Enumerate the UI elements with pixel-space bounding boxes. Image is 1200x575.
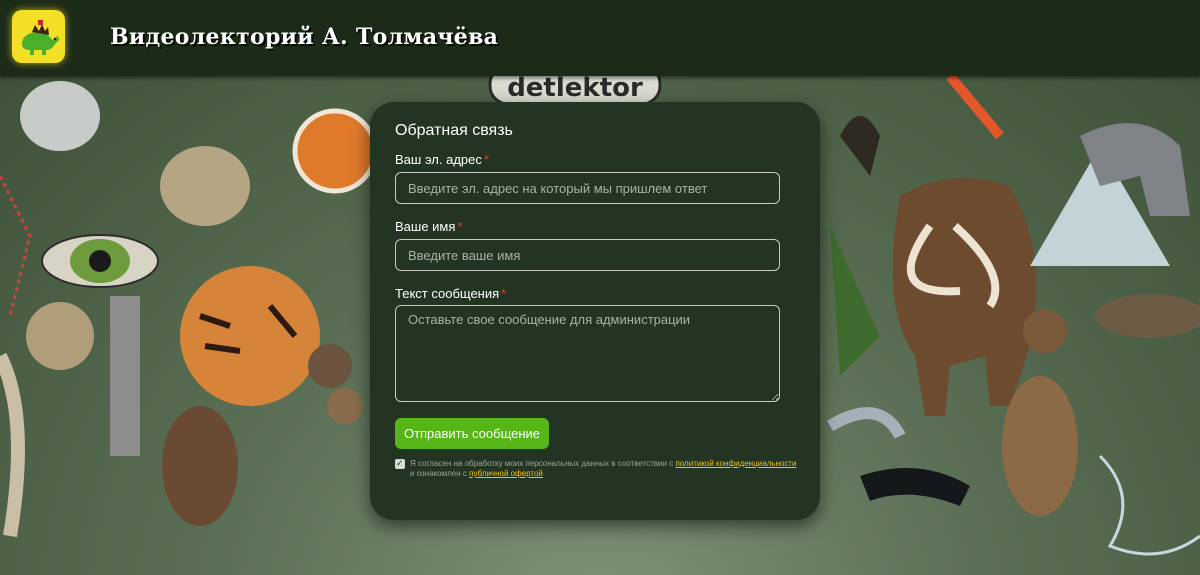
email-label-text: Ваш эл. адрес	[395, 152, 482, 167]
privacy-policy-link[interactable]: политикой конфиденциальности	[675, 459, 796, 468]
public-offer-link[interactable]: публичной офертой	[469, 469, 543, 478]
feedback-form-card: Обратная связь Ваш эл. адрес* Ваше имя* …	[370, 102, 820, 520]
form-title: Обратная связь	[395, 122, 513, 139]
consent-text: Я согласен на обработку моих персональны…	[410, 459, 800, 479]
required-mark: *	[501, 286, 507, 301]
consent-checkbox[interactable]: ✓	[395, 458, 405, 469]
header-bar: Видеолекторий А. Толмачёва	[0, 0, 1200, 76]
message-field[interactable]	[395, 305, 780, 402]
name-label-text: Ваше имя	[395, 219, 456, 234]
submit-button[interactable]: Отправить сообщение	[395, 418, 549, 449]
consent-text-part2: и ознакомлен с	[410, 469, 467, 478]
email-field[interactable]	[395, 172, 780, 204]
required-mark: *	[457, 219, 463, 234]
name-field[interactable]	[395, 239, 780, 271]
sign-text: detlektor	[507, 76, 643, 103]
dino-logo-icon[interactable]	[12, 10, 65, 63]
required-mark: *	[483, 152, 489, 167]
email-label: Ваш эл. адрес *	[395, 152, 489, 167]
message-label: Текст сообщения *	[395, 286, 506, 301]
site-title[interactable]: Видеолекторий А. Толмачёва	[110, 24, 498, 50]
consent-text-part1: Я согласен на обработку моих персональны…	[410, 459, 674, 468]
name-label: Ваше имя *	[395, 219, 462, 234]
check-icon: ✓	[396, 458, 404, 468]
message-label-text: Текст сообщения	[395, 286, 500, 301]
